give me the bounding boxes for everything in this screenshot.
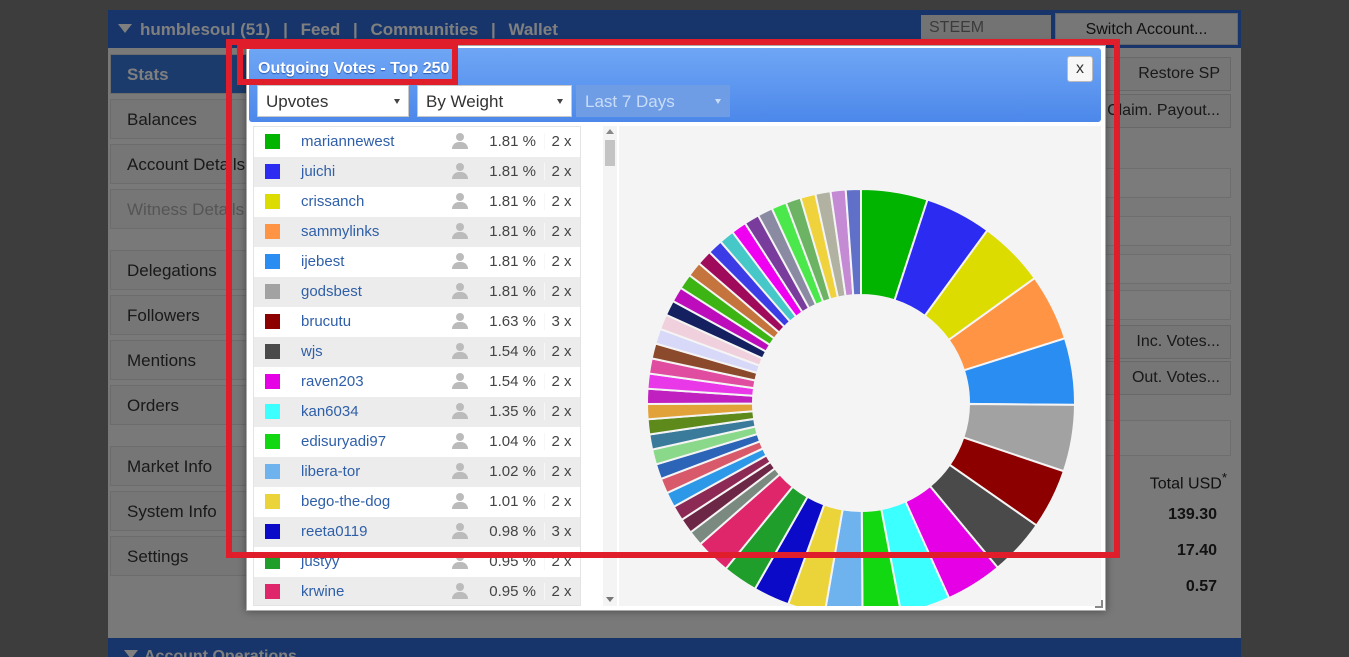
highlight-title-frame — [237, 43, 458, 85]
vote-row: krwine 0.95 % 2 x — [254, 577, 580, 605]
voter-link[interactable]: krwine — [301, 583, 344, 600]
vote-count: 2 x — [544, 583, 578, 600]
vote-percent: 0.95 % — [489, 583, 536, 600]
highlight-dialog-frame — [226, 39, 1120, 558]
color-swatch — [265, 584, 280, 599]
resize-handle-icon[interactable] — [1095, 600, 1103, 608]
scroll-down-icon[interactable] — [606, 597, 614, 602]
user-icon[interactable] — [452, 583, 468, 600]
